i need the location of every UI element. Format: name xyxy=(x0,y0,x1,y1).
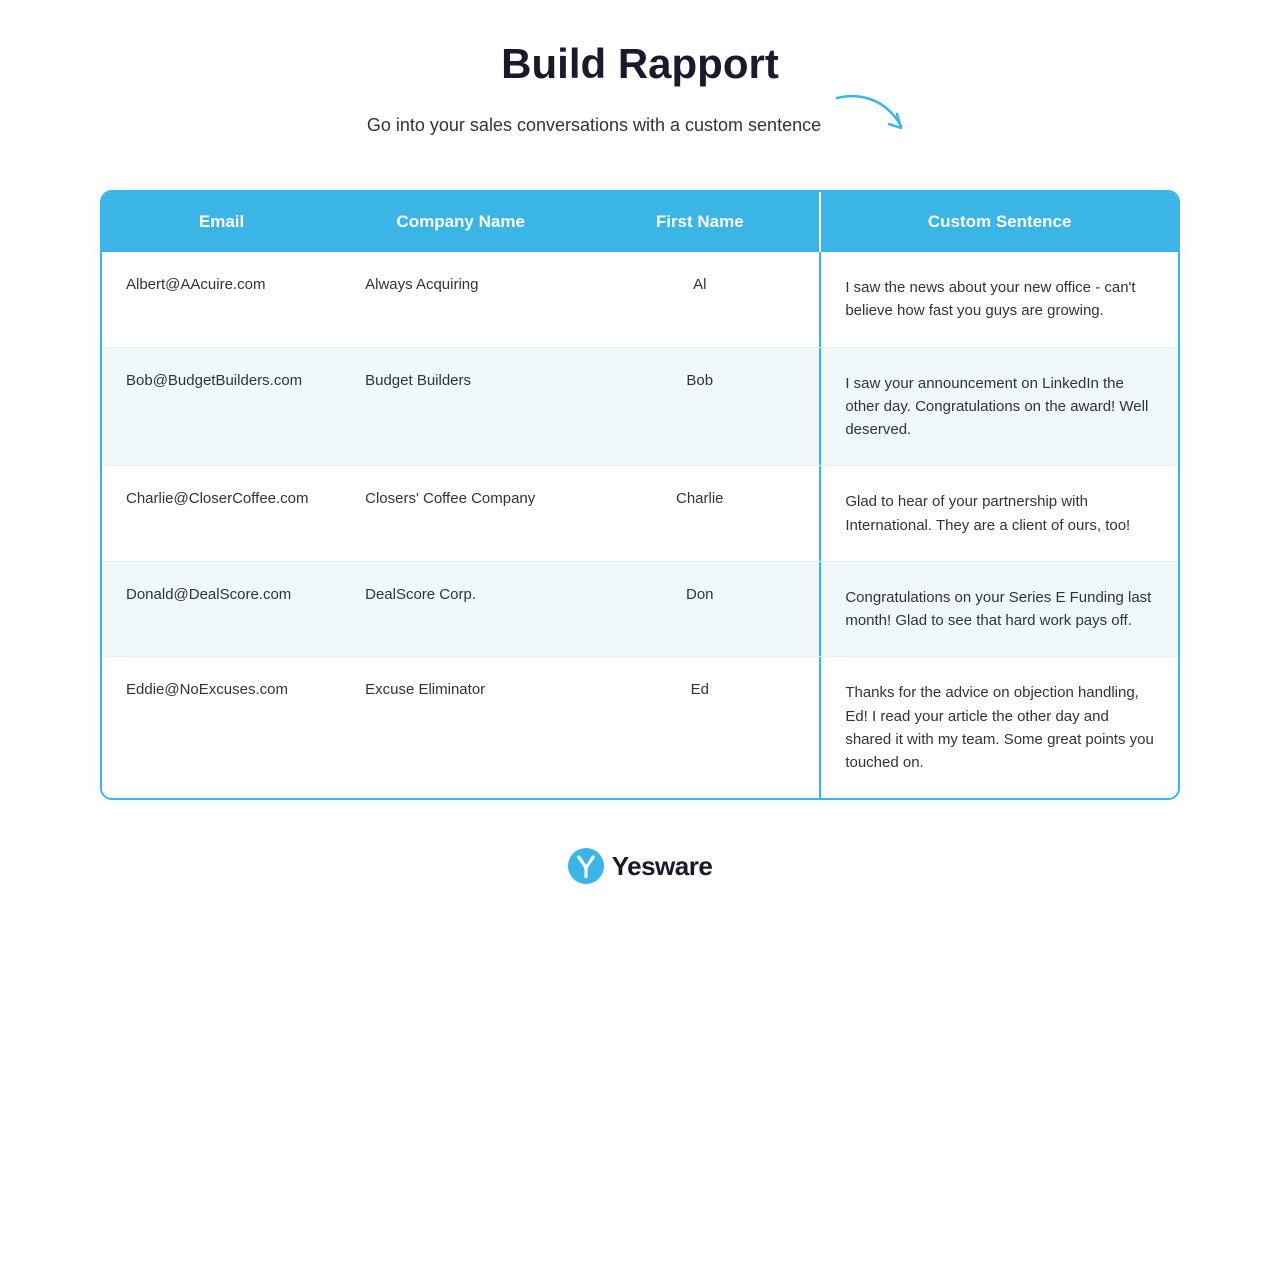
brand-name: Yesware xyxy=(612,851,713,882)
cell-firstname: Don xyxy=(580,562,819,657)
cell-company: Budget Builders xyxy=(341,348,580,466)
cell-firstname: Bob xyxy=(580,348,819,466)
cell-email: Charlie@CloserCoffee.com xyxy=(102,466,341,561)
table-row: Bob@BudgetBuilders.com Budget Builders B… xyxy=(102,348,1178,467)
cell-email: Eddie@NoExcuses.com xyxy=(102,657,341,798)
header-custom: Custom Sentence xyxy=(819,192,1178,252)
yesware-icon xyxy=(568,848,604,884)
table-row: Charlie@CloserCoffee.com Closers' Coffee… xyxy=(102,466,1178,562)
yesware-logo: Yesware xyxy=(568,848,713,884)
table-body: Albert@AAcuire.com Always Acquiring Al I… xyxy=(102,252,1178,798)
footer: Yesware xyxy=(568,848,713,884)
cell-custom: Congratulations on your Series E Funding… xyxy=(819,562,1178,657)
cell-custom: Glad to hear of your partnership with In… xyxy=(819,466,1178,561)
cell-email: Donald@DealScore.com xyxy=(102,562,341,657)
cell-email: Albert@AAcuire.com xyxy=(102,252,341,347)
cell-company: DealScore Corp. xyxy=(341,562,580,657)
table-header: Email Company Name First Name Custom Sen… xyxy=(102,192,1178,252)
cell-custom: Thanks for the advice on objection handl… xyxy=(819,657,1178,798)
cell-company: Closers' Coffee Company xyxy=(341,466,580,561)
data-table: Email Company Name First Name Custom Sen… xyxy=(100,190,1180,800)
arrow-icon xyxy=(833,90,913,150)
header-firstname: First Name xyxy=(580,192,819,252)
cell-firstname: Charlie xyxy=(580,466,819,561)
cell-custom: I saw the news about your new office - c… xyxy=(819,252,1178,347)
table-row: Albert@AAcuire.com Always Acquiring Al I… xyxy=(102,252,1178,348)
cell-firstname: Ed xyxy=(580,657,819,798)
cell-company: Excuse Eliminator xyxy=(341,657,580,798)
cell-firstname: Al xyxy=(580,252,819,347)
cell-company: Always Acquiring xyxy=(341,252,580,347)
header-email: Email xyxy=(102,192,341,252)
cell-email: Bob@BudgetBuilders.com xyxy=(102,348,341,466)
page-subtitle: Go into your sales conversations with a … xyxy=(367,115,821,136)
page-title: Build Rapport xyxy=(501,40,779,88)
cell-custom: I saw your announcement on LinkedIn the … xyxy=(819,348,1178,466)
table-row: Donald@DealScore.com DealScore Corp. Don… xyxy=(102,562,1178,658)
table-row: Eddie@NoExcuses.com Excuse Eliminator Ed… xyxy=(102,657,1178,798)
header-company: Company Name xyxy=(341,192,580,252)
